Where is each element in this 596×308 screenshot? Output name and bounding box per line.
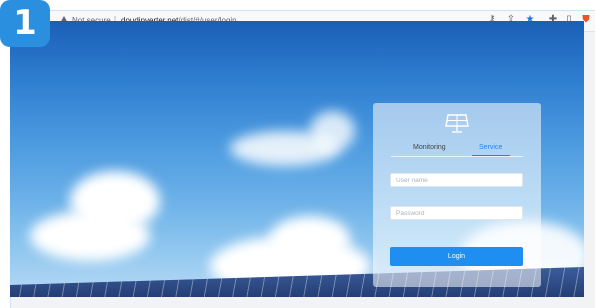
cloud xyxy=(310,111,355,151)
login-card: Monitoring Service User name Password Lo… xyxy=(373,103,541,287)
solar-panel-icon xyxy=(445,114,469,133)
username-input[interactable]: User name xyxy=(390,173,523,187)
cloud xyxy=(30,211,150,261)
cloud xyxy=(270,216,350,261)
active-tab-indicator xyxy=(472,155,510,156)
tab-monitoring[interactable]: Monitoring xyxy=(413,144,446,151)
tab-service[interactable]: Service xyxy=(479,144,502,151)
step-number-badge: 1 xyxy=(0,0,50,47)
password-input[interactable]: Password xyxy=(390,206,523,220)
tab-divider xyxy=(391,156,523,157)
login-button[interactable]: Login xyxy=(390,247,523,266)
